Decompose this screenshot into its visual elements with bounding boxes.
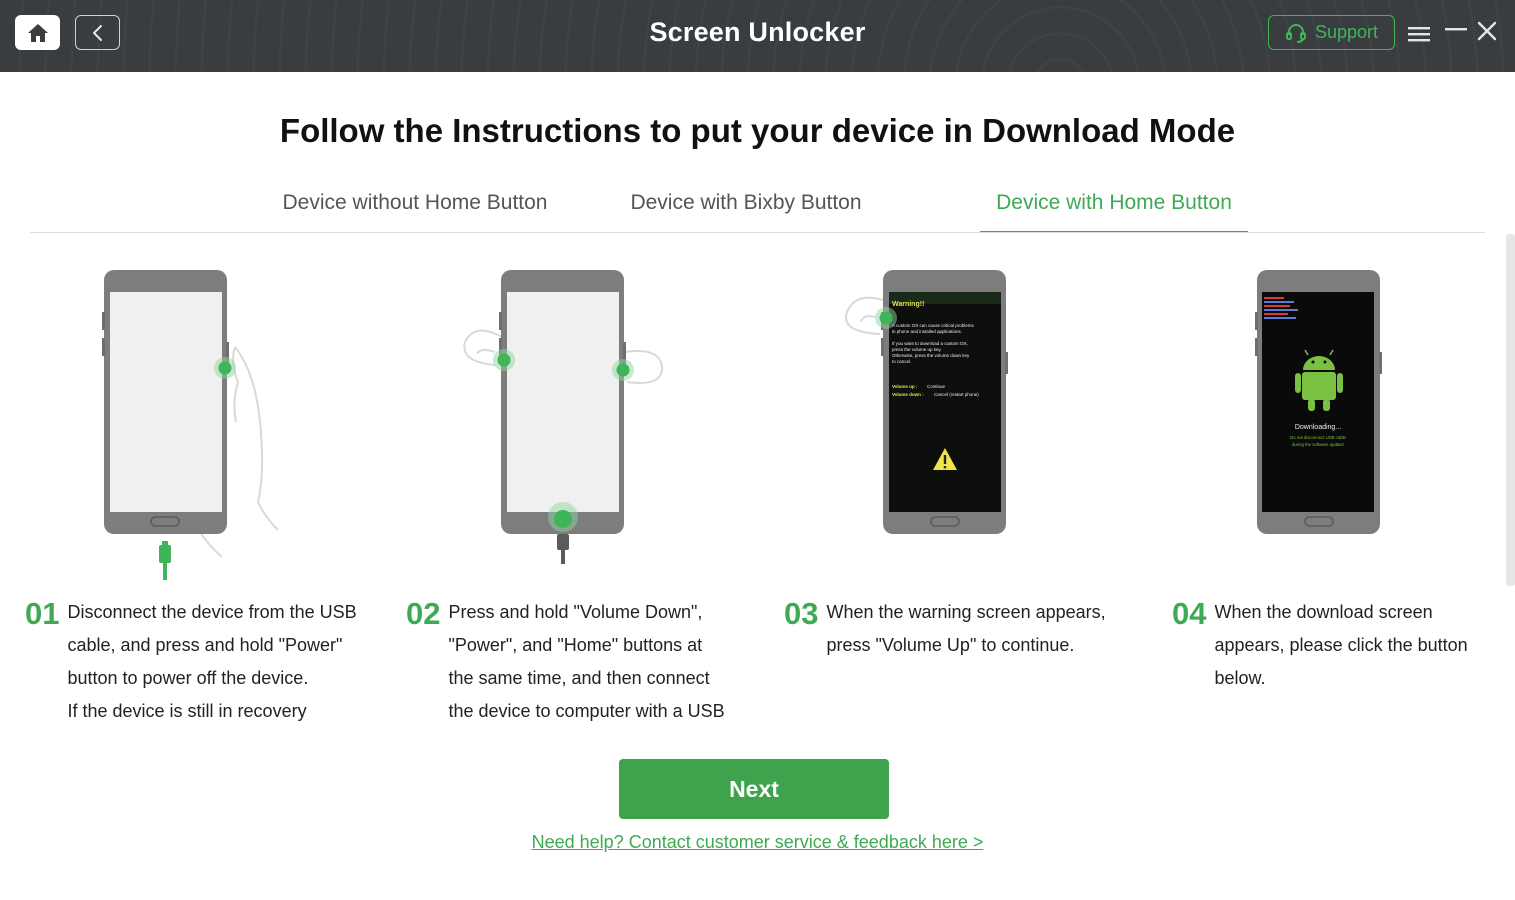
support-button[interactable]: Support [1268, 15, 1395, 50]
downloading-status: Downloading... [1295, 424, 1341, 431]
page-heading: Follow the Instructions to put your devi… [279, 112, 1236, 149]
step-description: Press and hold "Volume Down", "Power", a… [448, 602, 725, 721]
support-label: Support [1314, 22, 1379, 42]
step-3: 03 When the warning screen appears, pres… [784, 596, 1124, 662]
download-note: during the software update! [1292, 442, 1344, 447]
hand-outline-icon [234, 346, 279, 531]
hamburger-menu-icon [1408, 27, 1430, 42]
tab-device-with-home-button[interactable]: Device with Home Button [980, 191, 1248, 233]
step-number: 02 [406, 596, 441, 631]
title-bar: Screen Unlocker Support [0, 0, 1515, 72]
scrollbar-thumb[interactable] [1506, 234, 1515, 586]
close-icon [1477, 21, 1497, 41]
minimize-icon [1445, 28, 1467, 31]
next-button[interactable]: Next [619, 759, 889, 819]
volume-down-key: Volume down : [892, 392, 924, 397]
help-link[interactable]: Need help? Contact customer service & fe… [0, 832, 1515, 853]
step-4: 04 When the download screen appears, ple… [1172, 596, 1492, 695]
step-number: 01 [25, 596, 60, 631]
step4-illustration: Downloading... Do not disconnect USB cab… [1250, 262, 1390, 542]
warning-line: to cancel. [892, 359, 911, 364]
download-note: Do not disconnect USB cable [1290, 435, 1347, 440]
step-description: Disconnect the device from the USB cable… [67, 602, 357, 721]
volume-up-key: Volume up : [892, 384, 918, 389]
step3-illustration: Warning!! A custom OS can cause critical… [835, 262, 1020, 542]
warning-line: A custom OS can cause critical problems [892, 323, 975, 328]
warning-line: in phone and installed applications. [892, 329, 962, 334]
step-2: 02 Press and hold "Volume Down", "Power"… [406, 596, 746, 728]
tab-device-without-home-button[interactable]: Device without Home Button [260, 191, 570, 233]
minimize-button[interactable] [1443, 16, 1469, 42]
usb-cable-icon [159, 545, 171, 563]
step-description: When the download screen appears, please… [1214, 602, 1468, 688]
phone-screen [110, 292, 222, 512]
step-1: 01 Disconnect the device from the USB ca… [25, 596, 375, 728]
headset-icon [1285, 23, 1306, 43]
step2-illustration [455, 262, 675, 567]
warning-line: Otherwise, press the volume down key [892, 353, 970, 358]
volume-up-action: Continue [927, 384, 946, 389]
volume-down-action: Cancel (restart phone) [934, 392, 979, 397]
warning-line: If you want to download a custom OS, [892, 341, 968, 346]
step-number: 03 [784, 596, 819, 631]
warning-line: press the volume up key. [892, 347, 942, 352]
usb-cable-icon [557, 534, 569, 550]
volume-up-press-indicator [879, 311, 893, 325]
volume-down-press-indicator [497, 353, 511, 367]
step-number: 04 [1172, 596, 1207, 631]
menu-button[interactable] [1406, 21, 1432, 47]
phone-screen [507, 292, 619, 512]
close-button[interactable] [1474, 18, 1500, 44]
step-description: When the warning screen appears, press "… [826, 602, 1106, 655]
power-press-indicator [616, 363, 630, 377]
tabs-divider [30, 232, 1485, 233]
home-press-indicator [554, 510, 572, 528]
warning-title: Warning!! [892, 301, 924, 308]
download-screen [1262, 292, 1374, 512]
tab-device-with-bixby-button[interactable]: Device with Bixby Button [610, 191, 882, 233]
step1-illustration [60, 262, 290, 587]
power-press-indicator [218, 361, 232, 375]
